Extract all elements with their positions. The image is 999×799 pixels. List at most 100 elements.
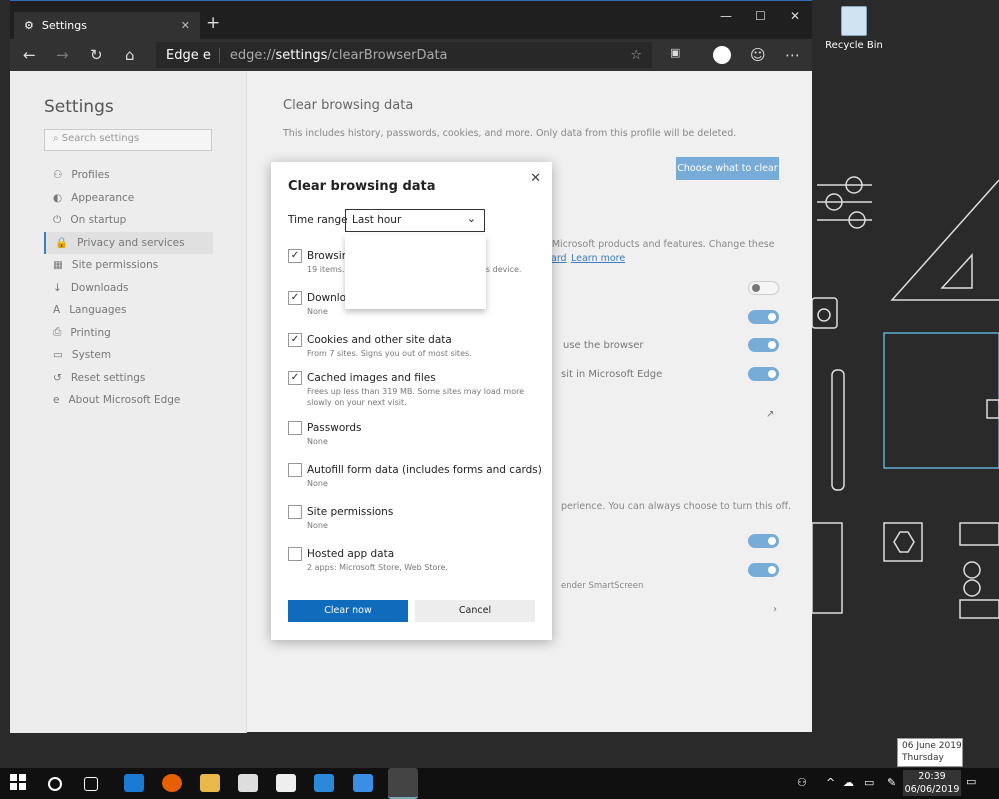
dashboard-link[interactable]: ard xyxy=(551,253,567,264)
checkbox[interactable] xyxy=(288,547,302,561)
edge-logo-icon: e xyxy=(202,47,211,63)
cancel-button[interactable]: Cancel xyxy=(415,600,535,622)
sidebar-item-languages[interactable]: A Languages xyxy=(44,299,213,322)
sidebar-item-system[interactable]: ▭ System xyxy=(44,344,213,367)
toggle-switch[interactable] xyxy=(748,367,779,381)
clock[interactable]: 20:39 06/06/2019 xyxy=(903,770,961,796)
sidebar-item-privacy-and-services[interactable]: 🔒 Privacy and services xyxy=(44,231,213,254)
maximize-button[interactable]: ☐ xyxy=(755,9,766,23)
option-description: None xyxy=(307,521,328,530)
recycle-bin-icon xyxy=(841,6,867,36)
chevron-down-icon: ⌄ xyxy=(466,212,476,225)
onedrive-icon[interactable]: ☁ xyxy=(843,776,863,794)
checkbox[interactable]: ✓ xyxy=(288,371,302,385)
checkbox[interactable]: ✓ xyxy=(288,249,302,263)
toggle-switch[interactable] xyxy=(748,281,779,295)
sidebar-item-profiles[interactable]: ⚇ Profiles xyxy=(44,164,213,187)
home-icon[interactable]: ⌂ xyxy=(125,46,135,64)
tab-settings[interactable]: ⚙ Settings ✕ xyxy=(14,12,200,39)
checkbox[interactable] xyxy=(288,421,302,435)
address-brand: Edge xyxy=(166,47,199,63)
action-center-icon[interactable]: ▭ xyxy=(966,775,986,793)
url-path: /clearBrowserData xyxy=(327,47,448,63)
edge-dev-icon[interactable] xyxy=(388,768,418,799)
clock-date: 06/06/2019 xyxy=(904,784,960,795)
toggle-switch[interactable] xyxy=(748,338,779,352)
close-window-button[interactable]: ✕ xyxy=(790,9,800,23)
toggle-switch[interactable] xyxy=(748,534,779,548)
more-menu-icon[interactable]: ⋯ xyxy=(785,46,800,64)
checkbox[interactable] xyxy=(288,463,302,477)
network-icon[interactable]: ▭ xyxy=(864,776,884,794)
sidebar-item-label: On startup xyxy=(70,214,127,227)
toggle-switch[interactable] xyxy=(748,563,779,577)
store-icon[interactable] xyxy=(276,774,296,792)
task-view-icon[interactable] xyxy=(84,777,98,791)
clock-time: 20:39 xyxy=(918,771,946,782)
firefox-icon[interactable] xyxy=(162,774,182,792)
chevron-right-icon[interactable]: › xyxy=(773,604,777,615)
sidebar-item-label: Downloads xyxy=(70,281,129,294)
tab-title: Settings xyxy=(41,19,87,32)
sidebar-item-appearance[interactable]: ◐ Appearance xyxy=(44,187,213,210)
sidebar-item-printing[interactable]: ⎙ Printing xyxy=(44,322,213,345)
url-scheme: edge:// xyxy=(229,47,276,63)
privacy-text: e Microsoft products and features. Chang… xyxy=(543,239,775,250)
open-external-icon[interactable]: ↗ xyxy=(766,409,774,420)
section-description: This includes history, passwords, cookie… xyxy=(283,128,737,139)
extension-icon[interactable]: ▣ xyxy=(670,46,680,59)
setting-description: perience. You can always choose to turn … xyxy=(561,501,792,512)
favorite-star-icon[interactable]: ☆ xyxy=(630,48,642,63)
new-tab-button[interactable]: + xyxy=(206,13,220,33)
sidebar-item-reset-settings[interactable]: ↺ Reset settings xyxy=(44,367,213,390)
recycle-bin-desktop-icon[interactable]: Recycle Bin xyxy=(824,6,884,51)
close-dialog-icon[interactable]: ✕ xyxy=(530,171,541,186)
sidebar-item-label: Profiles xyxy=(71,169,110,182)
close-tab-icon[interactable]: ✕ xyxy=(181,19,190,32)
choose-what-to-clear-button[interactable]: Choose what to clear xyxy=(676,157,779,180)
search-settings-input[interactable]: ⌕ Search settings xyxy=(44,129,212,151)
checkbox[interactable] xyxy=(288,505,302,519)
sidebar-item-downloads[interactable]: ↓ Downloads xyxy=(44,277,213,300)
sidebar-item-label: Languages xyxy=(69,304,127,317)
time-range-value: Last hour xyxy=(352,214,402,226)
checkbox[interactable]: ✓ xyxy=(288,291,302,305)
profile-avatar[interactable] xyxy=(713,46,731,64)
printer-icon: ⎙ xyxy=(53,326,62,339)
navigation-bar: ← → ↻ ⌂ Edge e edge://settings/clearBrows… xyxy=(10,39,812,71)
sidebar-item-label: Reset settings xyxy=(70,371,146,384)
gear-icon: ⚙ xyxy=(24,19,34,32)
time-range-dropdown[interactable] xyxy=(345,235,486,309)
toggle-switch[interactable] xyxy=(748,310,779,324)
forward-icon[interactable]: → xyxy=(56,46,69,64)
minimize-button[interactable]: — xyxy=(720,9,732,23)
option-description: 2 apps: Microsoft Store, Web Store. xyxy=(307,563,448,572)
search-icon[interactable] xyxy=(48,777,62,791)
refresh-icon[interactable]: ↻ xyxy=(90,46,103,64)
windows-start-icon[interactable] xyxy=(10,774,26,792)
option-label: Hosted app data xyxy=(307,548,395,560)
vscode-icon[interactable] xyxy=(314,774,334,792)
mail-icon[interactable] xyxy=(238,774,258,792)
setting-label: sit in Microsoft Edge xyxy=(561,369,663,380)
sidebar-item-site-permissions[interactable]: ▦ Site permissions xyxy=(44,254,213,277)
option-description: From 7 sites. Signs you out of most site… xyxy=(307,349,472,358)
time-range-select[interactable]: Last hour ⌄ xyxy=(345,209,485,232)
tooltip-day: Thursday xyxy=(902,753,944,763)
feedback-smiley-icon[interactable]: ☺ xyxy=(750,46,766,64)
laptop-icon: ▭ xyxy=(53,349,63,362)
address-bar[interactable]: Edge e edge://settings/clearBrowserData ☆ xyxy=(156,42,652,68)
people-icon[interactable]: ⚇ xyxy=(797,776,817,794)
clear-now-button[interactable]: Clear now xyxy=(288,600,408,622)
edge-taskbar-icon[interactable] xyxy=(124,774,144,792)
file-explorer-icon[interactable] xyxy=(200,774,220,792)
back-icon[interactable]: ← xyxy=(23,46,36,64)
sidebar-item-about-microsoft-edge[interactable]: e About Microsoft Edge xyxy=(44,389,213,412)
download-icon: ↓ xyxy=(53,281,62,294)
tooltip-date: 06 June 2019 xyxy=(902,741,962,751)
settings-sidebar: Settings ⌕ Search settings ⚇ Profiles ◐ App… xyxy=(10,71,247,733)
checkbox[interactable]: ✓ xyxy=(288,333,302,347)
app-icon[interactable] xyxy=(353,774,373,792)
learn-more-link[interactable]: Learn more xyxy=(571,253,625,264)
sidebar-item-on-startup[interactable]: ⏻ On startup xyxy=(44,209,213,232)
